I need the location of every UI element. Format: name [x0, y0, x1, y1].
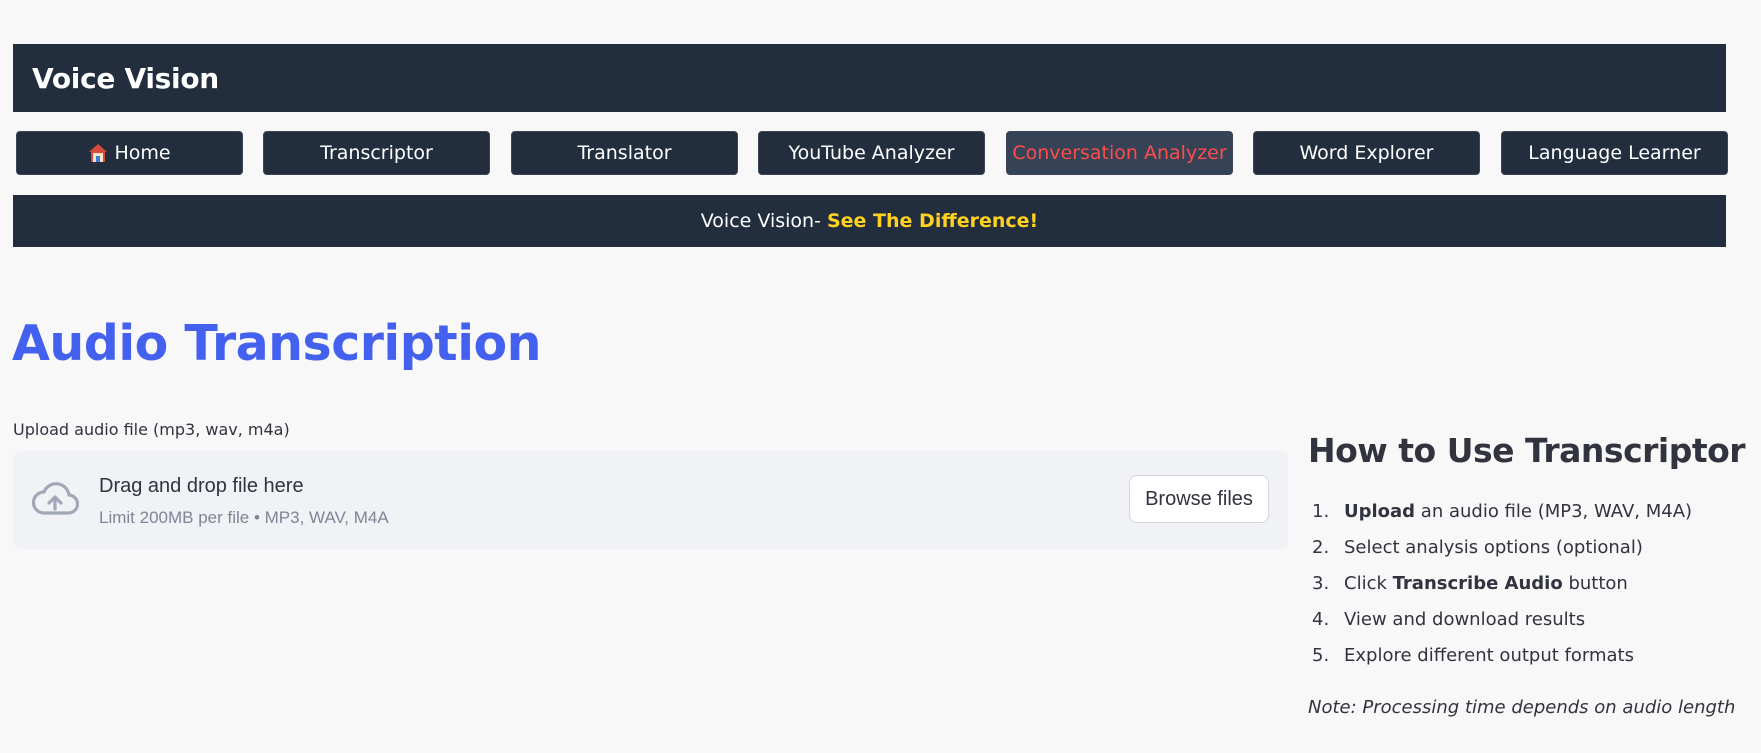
list-item: 3. Click Transcribe Audio button [1312, 570, 1692, 606]
step-text: button [1562, 573, 1628, 594]
list-item: 5. Explore different output formats [1312, 642, 1692, 678]
nav-word-explorer-label: Word Explorer [1299, 142, 1434, 164]
help-steps-list: 1. Upload an audio file (MP3, WAV, M4A) … [1312, 498, 1692, 678]
step-number: 2. [1312, 537, 1330, 558]
step-number: 5. [1312, 645, 1330, 666]
step-number: 3. [1312, 573, 1330, 594]
nav-youtube-analyzer-label: YouTube Analyzer [788, 142, 955, 164]
banner-highlight: See The Difference! [826, 210, 1039, 232]
nav-home-button[interactable]: Home [16, 131, 243, 175]
list-item: 2. Select analysis options (optional) [1312, 534, 1692, 570]
processing-note: Note: Processing time depends on audio l… [1308, 697, 1736, 718]
drop-instructions: Drag and drop file here [99, 475, 304, 497]
house-icon [88, 143, 108, 163]
drop-limit-text: Limit 200MB per file • MP3, WAV, M4A [99, 508, 389, 527]
step-number: 1. [1312, 501, 1330, 522]
nav-translator-label: Translator [577, 142, 672, 164]
file-dropzone[interactable]: Drag and drop file here Limit 200MB per … [13, 451, 1288, 549]
step-text: View and download results [1344, 609, 1586, 630]
help-title: How to Use Transcriptor [1308, 431, 1746, 470]
nav-conversation-analyzer-button[interactable]: Conversation Analyzer [1006, 131, 1233, 175]
nav-transcriptor-label: Transcriptor [320, 142, 433, 164]
nav-conversation-analyzer-label: Conversation Analyzer [1012, 142, 1227, 164]
list-item: 4. View and download results [1312, 606, 1692, 642]
nav-youtube-analyzer-button[interactable]: YouTube Analyzer [758, 131, 985, 175]
app-title: Voice Vision [32, 61, 219, 95]
step-text: Select analysis options (optional) [1344, 537, 1643, 558]
browse-files-button[interactable]: Browse files [1129, 475, 1269, 523]
nav-language-learner-button[interactable]: Language Learner [1501, 131, 1728, 175]
upload-label: Upload audio file (mp3, wav, m4a) [13, 420, 290, 439]
step-strong-text: Transcribe Audio [1392, 573, 1563, 594]
nav-translator-button[interactable]: Translator [511, 131, 738, 175]
step-text: an audio file (MP3, WAV, M4A) [1415, 501, 1693, 522]
step-text: Click [1344, 573, 1393, 594]
step-strong-text: Upload [1344, 501, 1416, 522]
nav-word-explorer-button[interactable]: Word Explorer [1253, 131, 1480, 175]
nav-language-learner-label: Language Learner [1528, 142, 1701, 164]
step-text: Explore different output formats [1344, 645, 1634, 666]
step-number: 4. [1312, 609, 1330, 630]
cloud-upload-icon [31, 480, 80, 525]
page-title: Audio Transcription [12, 315, 542, 372]
tagline-banner: Voice Vision- See The Difference! [13, 195, 1726, 247]
nav-transcriptor-button[interactable]: Transcriptor [263, 131, 490, 175]
nav-home-label: Home [114, 142, 171, 164]
main-nav: Home Transcriptor Translator YouTube Ana… [16, 131, 1729, 175]
list-item: 1. Upload an audio file (MP3, WAV, M4A) [1312, 498, 1692, 534]
app-header: Voice Vision [13, 44, 1726, 112]
banner-prefix: Voice Vision- [700, 210, 827, 232]
